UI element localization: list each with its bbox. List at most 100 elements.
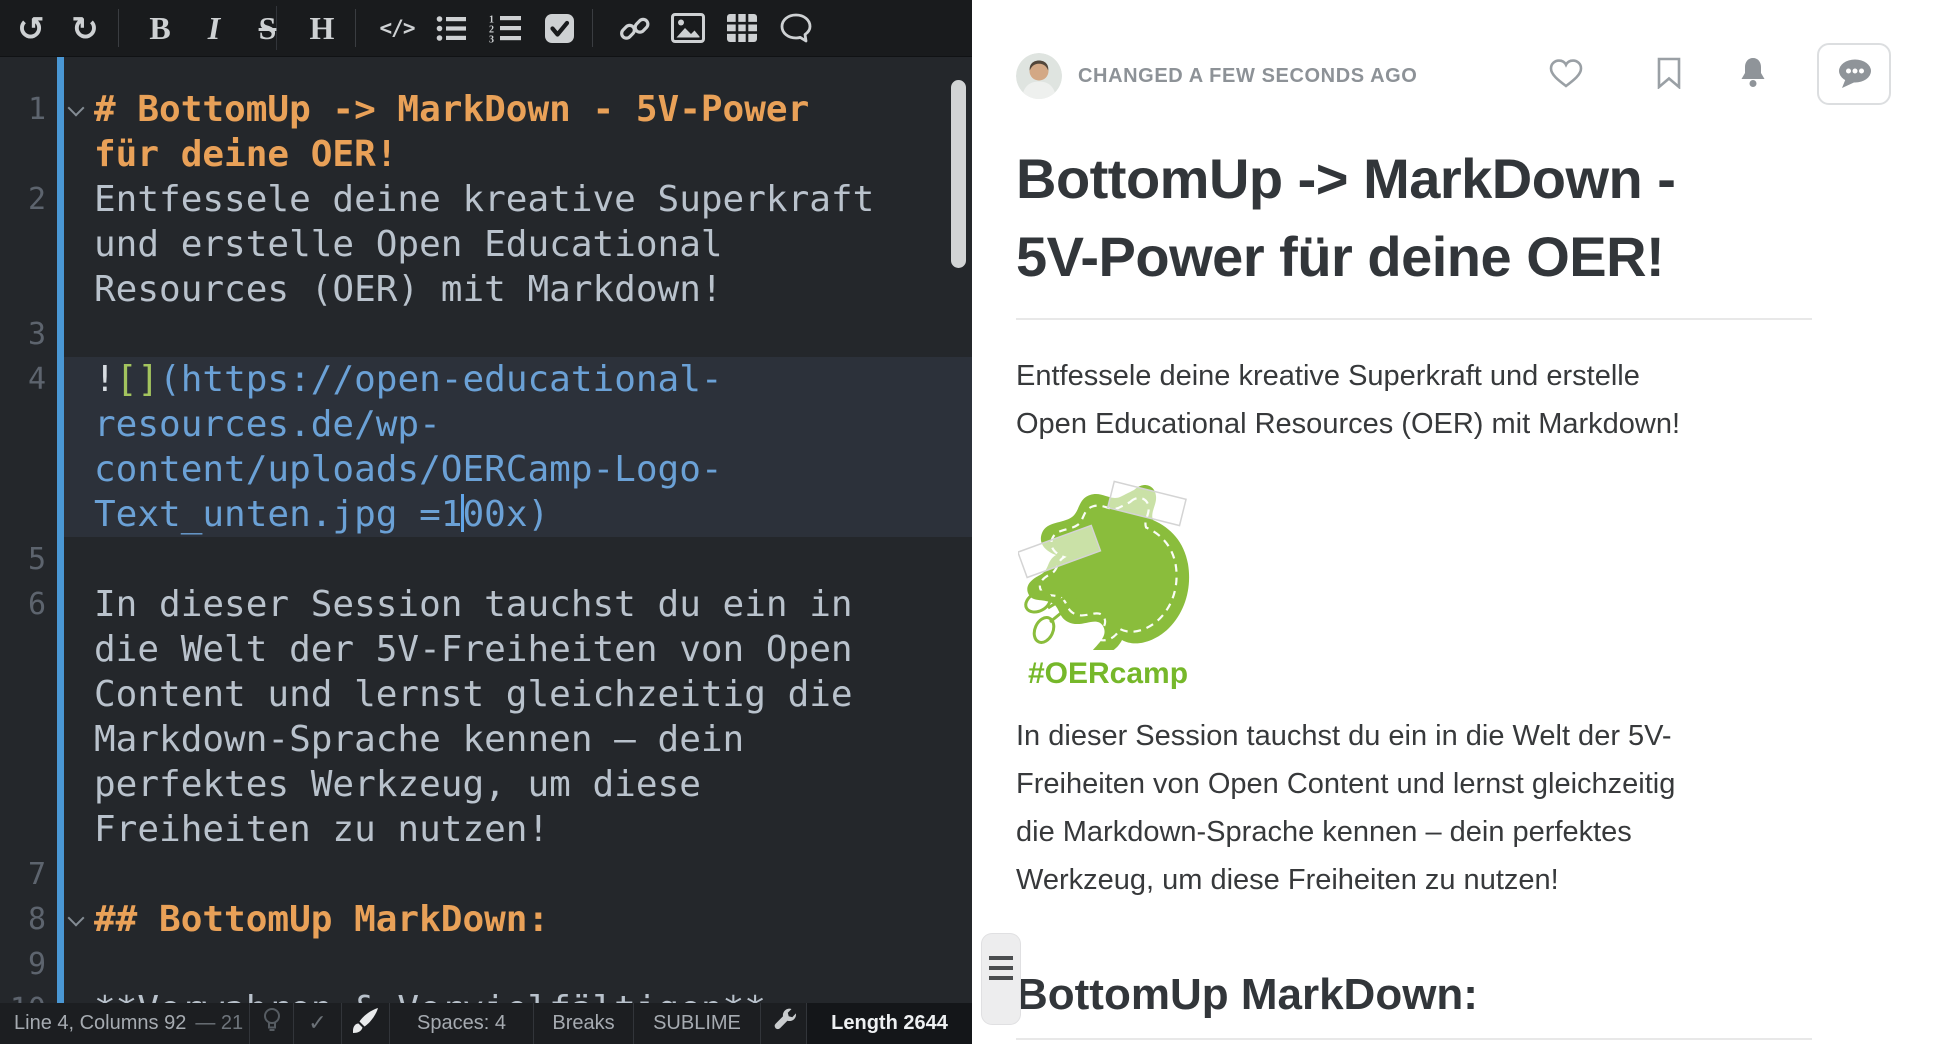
editor-row-7[interactable]: resources.de/wp-	[0, 402, 972, 447]
paragraph2-line2: Freiheiten von Open Content und lernst g…	[1016, 760, 1675, 808]
undo-button[interactable]: ↺	[4, 6, 58, 50]
bookmark-icon[interactable]	[1656, 57, 1682, 94]
text-cursor	[461, 494, 464, 532]
status-linebreak-mode[interactable]: Breaks	[534, 1003, 634, 1044]
editor-toolbar: ↺ ↻ B ISH </> 123	[0, 0, 972, 57]
comments-button[interactable]	[1817, 43, 1891, 105]
strikethrough-button[interactable]: S	[241, 6, 295, 50]
code-editor[interactable]: 1 # BottomUp -> MarkDown - 5V-Powerfür de…	[0, 57, 972, 1003]
fold-chevron-icon[interactable]	[68, 910, 85, 927]
image-icon	[671, 13, 705, 43]
editor-row-10[interactable]: 5	[0, 537, 972, 582]
line-number: 1	[0, 87, 46, 132]
line-number: 8	[0, 897, 46, 942]
code-line-text: Content und lernst gleichzeitig die	[94, 672, 853, 717]
code-line-text: **Verwahren & Vervielfältigen**	[94, 987, 766, 1003]
avatar-photo	[1016, 53, 1062, 99]
like-heart-icon[interactable]	[1548, 58, 1584, 95]
editor-row-8[interactable]: content/uploads/OERCamp-Logo-	[0, 447, 972, 492]
editor-row-14[interactable]: Markdown-Sprache kennen – dein	[0, 717, 972, 762]
editor-row-4[interactable]: Resources (OER) mit Markdown!	[0, 267, 972, 312]
italic-button[interactable]: I	[187, 6, 241, 50]
notification-bell-icon[interactable]	[1738, 56, 1768, 93]
line-number: 7	[0, 852, 46, 897]
italic-icon: I	[208, 12, 220, 44]
status-doc-length: Length 2644	[807, 1003, 972, 1044]
editor-row-20[interactable]: 10**Verwahren & Vervielfältigen**	[0, 987, 972, 1003]
editor-row-6[interactable]: 4![](https://open-educational-	[0, 357, 972, 402]
numbered-list-button[interactable]: 123	[478, 6, 532, 50]
preview-pane: CHANGED A FEW SECONDS AGO	[972, 0, 1938, 1044]
editor-row-17[interactable]: 7	[0, 852, 972, 897]
status-indent-spaces[interactable]: Spaces: 4	[390, 1003, 534, 1044]
table-icon	[726, 13, 758, 43]
status-keymap[interactable]: SUBLIME	[634, 1003, 761, 1044]
editor-row-1[interactable]: für deine OER!	[0, 132, 972, 177]
check-icon	[544, 13, 575, 44]
line-number: 6	[0, 582, 46, 627]
editor-scrollbar-thumb[interactable]	[951, 80, 966, 268]
section-heading: BottomUp MarkDown:	[1016, 968, 1478, 1022]
code-line-text: Text_unten.jpg =100x)	[94, 492, 549, 537]
editor-row-3[interactable]: und erstelle Open Educational	[0, 222, 972, 267]
bullet-list-button[interactable]	[424, 6, 478, 50]
bold-button[interactable]: B	[133, 6, 187, 50]
code-line-text: Resources (OER) mit Markdown!	[94, 267, 723, 312]
editor-row-19[interactable]: 9	[0, 942, 972, 987]
editor-pane: ↺ ↻ B ISH </> 123 1 # BottomUp -> MarkDown - 5…	[0, 0, 972, 1044]
editor-row-16[interactable]: Freiheiten zu nutzen!	[0, 807, 972, 852]
heading-icon: H	[310, 12, 335, 44]
line-number: 2	[0, 177, 46, 222]
code-line-text: für deine OER!	[94, 132, 397, 177]
paragraph1-line2: Open Educational Resources (OER) mit Mar…	[1016, 400, 1680, 448]
code-line-text: # BottomUp -> MarkDown - 5V-Power	[94, 87, 809, 132]
bold-icon: B	[149, 12, 170, 44]
title-divider	[1016, 318, 1812, 320]
editor-row-12[interactable]: die Welt der 5V-Freiheiten von Open	[0, 627, 972, 672]
editor-row-15[interactable]: perfektes Werkzeug, um diese	[0, 762, 972, 807]
editor-row-9[interactable]: Text_unten.jpg =100x)	[0, 492, 972, 537]
code-line-text: Freiheiten zu nutzen!	[94, 807, 549, 852]
editor-row-11[interactable]: 6In dieser Session tauchst du ein in	[0, 582, 972, 627]
link-icon	[618, 12, 651, 45]
redo-button[interactable]: ↻	[58, 6, 112, 50]
code-line-text: und erstelle Open Educational	[94, 222, 723, 267]
preview-header: CHANGED A FEW SECONDS AGO	[1016, 45, 1417, 107]
insert-comment-button[interactable]	[769, 6, 823, 50]
code-block-button[interactable]: </>	[370, 6, 424, 50]
paragraph2-line3: die Markdown-Sprache kennen – dein perfe…	[1016, 808, 1632, 856]
status-night-mode[interactable]	[250, 1003, 294, 1044]
fold-chevron-icon[interactable]	[68, 100, 85, 117]
split-drag-handle[interactable]	[982, 934, 1020, 1024]
last-changed-status: CHANGED A FEW SECONDS AGO	[1078, 65, 1417, 88]
svg-text:3: 3	[489, 34, 494, 43]
editor-row-5[interactable]: 3	[0, 312, 972, 357]
redo-icon: ↻	[71, 12, 99, 45]
status-editor-settings[interactable]	[761, 1003, 807, 1044]
status-theme-brush[interactable]	[342, 1003, 390, 1044]
insert-table-button[interactable]	[715, 6, 769, 50]
ol-icon: 123	[489, 14, 521, 43]
line-number: 3	[0, 312, 46, 357]
status-spellcheck[interactable]: ✓	[294, 1003, 342, 1044]
wrench-icon	[771, 1008, 797, 1040]
editor-row-2[interactable]: 2Entfessele deine kreative Superkraft	[0, 177, 972, 222]
check-list-button[interactable]	[532, 6, 586, 50]
toolbar-separator	[355, 9, 356, 47]
editor-row-13[interactable]: Content und lernst gleichzeitig die	[0, 672, 972, 717]
comment-icon	[779, 12, 813, 44]
editor-row-18[interactable]: 8## BottomUp MarkDown:	[0, 897, 972, 942]
code-line-text: ![](https://open-educational-	[94, 357, 723, 402]
editor-row-0[interactable]: 1 # BottomUp -> MarkDown - 5V-Power	[0, 87, 972, 132]
insert-link-button[interactable]	[607, 6, 661, 50]
heading-button[interactable]: H	[295, 6, 349, 50]
bulb-icon	[261, 1007, 283, 1040]
oercamp-logo-image: #OERcamp	[1018, 478, 1198, 691]
undo-icon: ↺	[17, 12, 45, 45]
doc-title-line2: 5V-Power für deine OER!	[1016, 218, 1664, 296]
author-avatar[interactable]	[1016, 53, 1062, 99]
brush-icon	[352, 1007, 379, 1040]
doc-title-line1: BottomUp -> MarkDown -	[1016, 140, 1675, 218]
paragraph2-line4: Werkzeug, um diese Freiheiten zu nutzen!	[1016, 856, 1559, 904]
insert-image-button[interactable]	[661, 6, 715, 50]
